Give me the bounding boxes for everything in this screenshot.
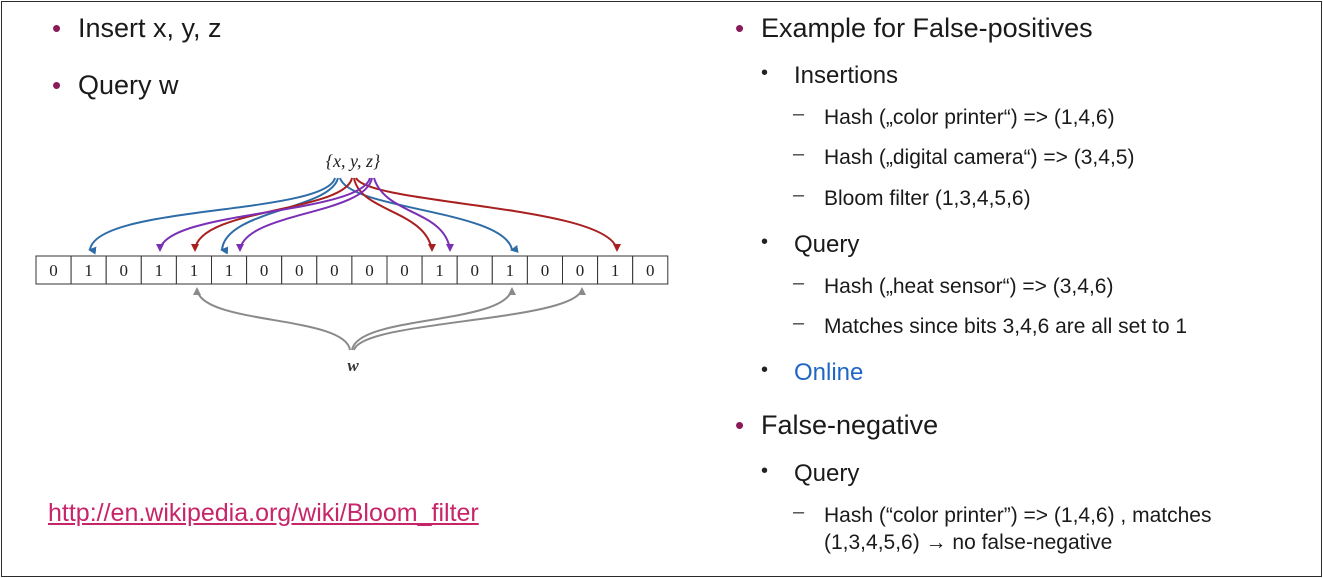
fn-item-text-cont: (1,3,4,5,6) → no false-negative xyxy=(824,531,1113,555)
dash-icon: – xyxy=(793,272,805,294)
query-label-right: Query xyxy=(794,231,860,258)
online-link[interactable]: Online xyxy=(794,359,863,386)
insertion-item-text: Bloom filter (1,3,4,5,6) xyxy=(824,187,1031,210)
wikipedia-link[interactable]: http://en.wikipedia.org/wiki/Bloom_filte… xyxy=(48,499,479,528)
dash-icon: – xyxy=(793,312,805,334)
query-label: w xyxy=(347,356,359,375)
dash-icon: – xyxy=(793,103,805,125)
bullet-dot-icon: • xyxy=(735,410,745,440)
bit-value: 0 xyxy=(365,261,374,280)
bit-value: 1 xyxy=(190,261,199,280)
bit-value: 1 xyxy=(84,261,93,280)
bullet-example: • Example for False-positives xyxy=(735,13,1093,43)
query-item-text: Hash („heat sensor“) => (3,4,6) xyxy=(824,275,1114,298)
bullet-insertions: • Insertions xyxy=(761,62,899,89)
bullet-query-right: • Query xyxy=(761,231,860,258)
bit-value: 1 xyxy=(611,261,620,280)
false-negative-title: False-negative xyxy=(761,410,939,440)
bit-value: 0 xyxy=(646,261,655,280)
insertions-label: Insertions xyxy=(794,62,899,89)
dash-icon: – xyxy=(793,184,805,206)
bit-value: 0 xyxy=(541,261,550,280)
bit-value: 1 xyxy=(506,261,515,280)
fn-item-text: Hash (“color printer”) => (1,4,6) , matc… xyxy=(824,504,1212,527)
bit-value: 0 xyxy=(295,261,304,280)
arrow-y-to-bit-4 xyxy=(191,177,353,252)
insertion-item-text: Hash („digital camera“) => (3,4,5) xyxy=(824,146,1135,169)
bit-value: 0 xyxy=(260,261,269,280)
fn-query-label: Query xyxy=(794,460,860,487)
bullet-dot-icon: • xyxy=(735,13,745,43)
fn-item: – Hash (“color printer”) => (1,4,6) , ma… xyxy=(793,501,1212,557)
bullet-dot-icon: • xyxy=(761,231,769,253)
bit-value: 0 xyxy=(576,261,585,280)
set-label: {x, y, z} xyxy=(326,151,381,171)
example-title: Example for False-positives xyxy=(761,13,1093,43)
bit-value: 0 xyxy=(49,261,58,280)
bit-value: 0 xyxy=(120,261,129,280)
bit-value: 0 xyxy=(330,261,339,280)
query-item: – Hash („heat sensor“) => (3,4,6) xyxy=(793,272,1114,300)
bloom-filter-diagram: {x, y, z} 0 1 0 1 1 1 0 0 0 0 0 1 0 1 0 0 1 0 w xyxy=(35,151,669,375)
bit-value: 0 xyxy=(471,261,480,280)
insertion-item: – Bloom filter (1,3,4,5,6) xyxy=(793,184,1031,212)
bit-value: 1 xyxy=(225,261,234,280)
arrow-w-to-bit-13 xyxy=(351,287,516,351)
bullet-false-negative: • False-negative xyxy=(735,410,939,440)
bit-value: 1 xyxy=(155,261,164,280)
insertion-item: – Hash („color printer“) => (1,4,6) xyxy=(793,103,1115,131)
bit-value: 1 xyxy=(435,261,444,280)
arrow-x-to-bit-5 xyxy=(220,177,339,255)
bit-array: 0 1 0 1 1 1 0 0 0 0 0 1 0 1 0 0 1 0 xyxy=(35,255,669,285)
arrow-w-to-bit-15 xyxy=(353,287,586,351)
arrow-w-to-bit-4 xyxy=(193,287,351,351)
bullet-dot-icon: • xyxy=(761,62,769,84)
bullet-dot-icon: • xyxy=(761,460,769,482)
arrow-x-to-bit-1 xyxy=(88,177,336,255)
query-item-text: Matches since bits 3,4,6 are all set to … xyxy=(824,315,1188,338)
insertion-item-text: Hash („color printer“) => (1,4,6) xyxy=(824,106,1115,129)
dash-icon: – xyxy=(793,143,805,165)
query-item: – Matches since bits 3,4,6 are all set t… xyxy=(793,312,1188,340)
insertion-item: – Hash („digital camera“) => (3,4,5) xyxy=(793,143,1135,171)
bit-value: 0 xyxy=(400,261,409,280)
bullet-fn-query: • Query xyxy=(761,460,860,487)
bullet-online[interactable]: • Online xyxy=(761,359,863,386)
dash-icon: – xyxy=(793,501,805,523)
bullet-dot-icon: • xyxy=(761,359,769,381)
